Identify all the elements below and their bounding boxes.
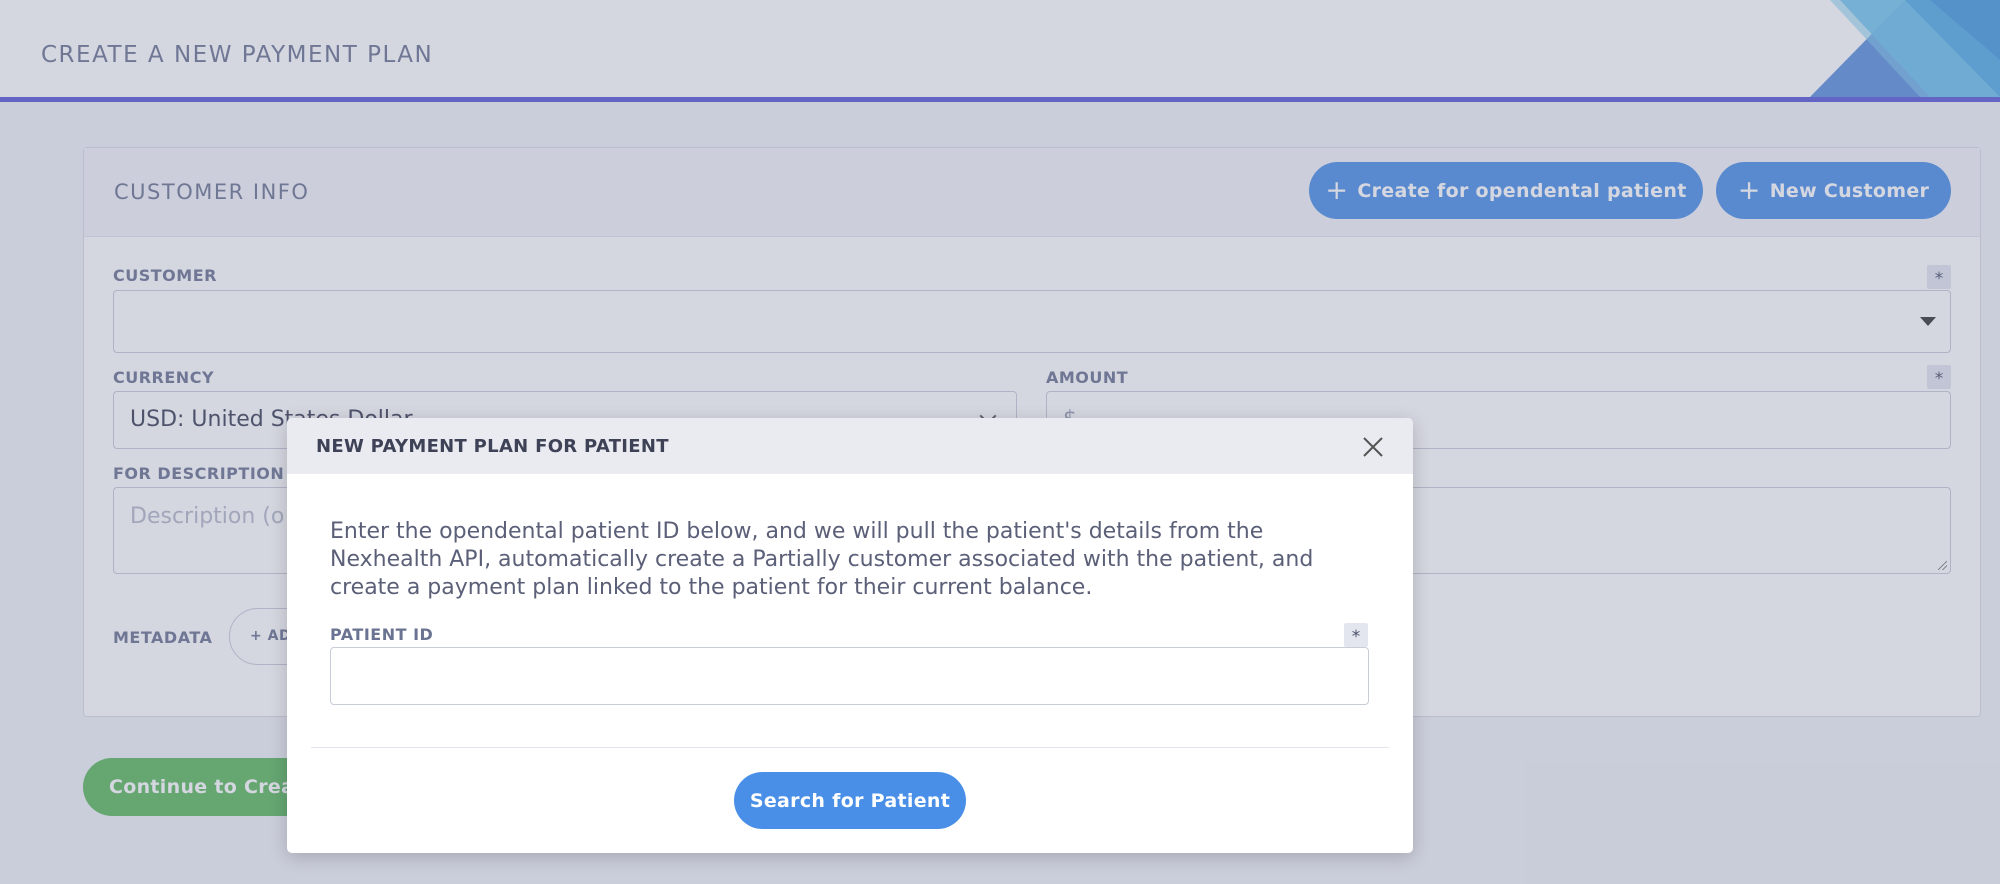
search-for-patient-button[interactable]: Search for Patient	[734, 772, 966, 829]
patient-modal: NEW PAYMENT PLAN FOR PATIENT Enter the o…	[287, 418, 1413, 853]
modal-description: Enter the opendental patient ID below, a…	[330, 519, 1314, 600]
close-icon[interactable]	[1362, 436, 1384, 458]
patient-id-input[interactable]	[330, 647, 1369, 705]
modal-title: NEW PAYMENT PLAN FOR PATIENT	[316, 436, 669, 457]
modal-divider	[311, 747, 1389, 748]
required-badge: *	[1344, 623, 1368, 647]
modal-header: NEW PAYMENT PLAN FOR PATIENT	[287, 418, 1413, 474]
patient-id-label: PATIENT ID	[330, 625, 434, 644]
